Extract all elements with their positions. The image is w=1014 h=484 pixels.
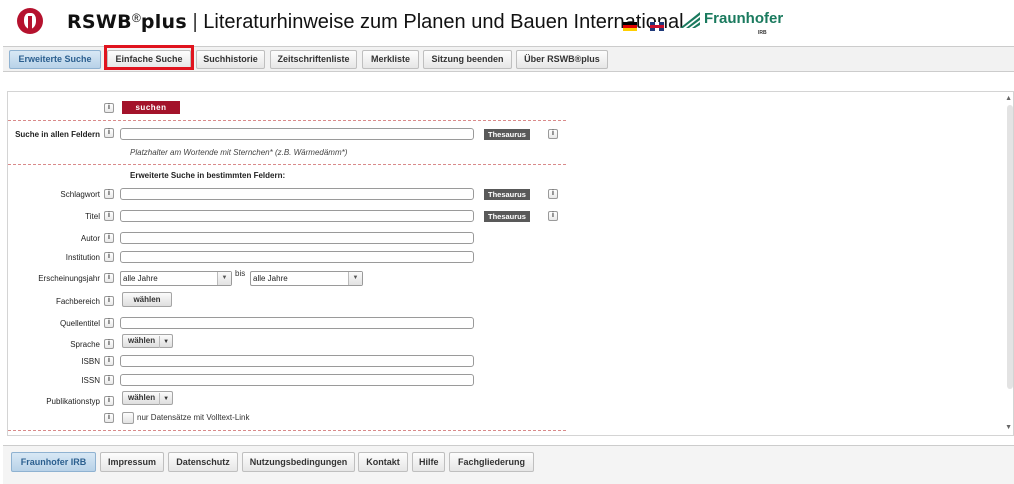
divider [8,120,566,121]
all-fields-label: Suche in allen Feldern [15,130,100,139]
info-icon[interactable]: i [548,189,558,199]
institution-input[interactable] [120,251,474,263]
info-icon[interactable]: i [104,103,114,113]
year-to-value: alle Jahre [253,274,288,283]
info-icon[interactable]: i [548,211,558,221]
footer-tab-fachgliederung[interactable]: Fachgliederung [449,452,534,472]
wildcard-hint: Platzhalter am Wortende mit Sternchen* (… [130,148,348,157]
app-title: RSWB®plus | Literaturhinweise zum Planen… [67,11,684,34]
thesaurus-button[interactable]: Thesaurus [484,189,530,200]
chevron-down-icon: ▼ [348,272,362,285]
quellentitel-input[interactable] [120,317,474,329]
autor-label: Autor [80,234,100,243]
chevron-down-icon: ▼ [159,393,172,405]
titel-input[interactable] [120,210,474,222]
info-icon[interactable]: i [104,252,114,262]
tab-ueber-rswbplus[interactable]: Über RSWB®plus [516,50,608,69]
tab-zeitschriftenliste[interactable]: Zeitschriftenliste [270,50,357,69]
info-icon[interactable]: i [548,129,558,139]
irb-wordmark: IRB [758,30,767,36]
brand-plus: plus [140,11,187,33]
thesaurus-button[interactable]: Thesaurus [484,211,530,222]
isbn-input[interactable] [120,355,474,367]
autor-input[interactable] [120,232,474,244]
tab-suchhistorie[interactable]: Suchhistorie [196,50,265,69]
footer-tab-hilfe[interactable]: Hilfe [412,452,445,472]
info-icon[interactable]: i [104,318,114,328]
thesaurus-button[interactable]: Thesaurus [484,129,530,140]
tab-merkliste[interactable]: Merkliste [362,50,419,69]
brand-reg: ® [131,11,141,25]
all-fields-input[interactable] [120,128,474,140]
info-icon[interactable]: i [104,211,114,221]
footer-tab-datenschutz[interactable]: Datenschutz [168,452,238,472]
chevron-down-icon: ▼ [159,336,172,348]
quellentitel-label: Quellentitel [59,319,100,328]
scrollbar[interactable] [1007,105,1013,389]
footer-tab-fraunhofer-irb[interactable]: Fraunhofer IRB [11,452,96,472]
tab-highlight-box [104,45,194,70]
schlagwort-input[interactable] [120,188,474,200]
schlagwort-label: Schlagwort [60,190,100,199]
bis-label: bis [235,269,246,278]
footer-nav: Fraunhofer IRB Impressum Datenschutz Nut… [3,445,1014,484]
publikationstyp-dropdown-label: wählen [128,393,156,402]
fraunhofer-wordmark: Fraunhofer [704,10,784,27]
year-from-value: alle Jahre [123,274,158,283]
footer-tab-nutzungsbedingungen[interactable]: Nutzungsbedingungen [242,452,355,472]
footer-tab-kontakt[interactable]: Kontakt [358,452,408,472]
publikationstyp-dropdown[interactable]: wählen ▼ [122,391,174,405]
year-from-select[interactable]: alle Jahre ▼ [120,271,232,286]
fachbereich-label: Fachbereich [55,297,100,306]
footer-tab-impressum[interactable]: Impressum [100,452,164,472]
info-icon[interactable]: i [104,375,114,385]
brand-rswb: RSWB [67,11,132,33]
info-icon[interactable]: i [104,396,114,406]
fraunhofer-mark-icon [680,12,700,28]
sprache-dropdown-label: wählen [128,336,156,345]
section-title: Erweiterte Suche in bestimmten Feldern: [130,171,286,180]
divider [8,164,566,165]
info-icon[interactable]: i [104,233,114,243]
brand-separator: | [186,11,204,33]
scroll-up-icon[interactable]: ▲ [1005,95,1012,102]
erscheinungsjahr-label: Erscheinungsjahr [38,274,100,283]
brand-subtitle: Literaturhinweise zum Planen und Bauen I… [203,11,684,33]
sprache-label: Sprache [70,340,100,349]
info-icon[interactable]: i [104,128,114,138]
volltext-checkbox[interactable] [122,412,134,424]
divider [8,430,566,431]
tab-sitzung-beenden[interactable]: Sitzung beenden [423,50,512,69]
titel-label: Titel [85,212,100,221]
isbn-label: ISBN [81,357,100,366]
issn-label: ISSN [81,376,100,385]
search-button[interactable]: suchen [122,101,180,114]
institution-label: Institution [65,253,100,262]
english-flag-icon[interactable] [650,22,664,31]
tab-erweiterte-suche[interactable]: Erweiterte Suche [9,50,101,69]
volltext-label: nur Datensätze mit Volltext-Link [137,413,250,422]
info-icon[interactable]: i [104,339,114,349]
info-icon[interactable]: i [104,273,114,283]
scroll-down-icon[interactable]: ▼ [1005,424,1012,431]
fachbereich-waehlen-button[interactable]: wählen [122,292,172,307]
info-icon[interactable]: i [104,413,114,423]
info-icon[interactable]: i [104,356,114,366]
year-to-select[interactable]: alle Jahre ▼ [250,271,363,286]
info-icon[interactable]: i [104,189,114,199]
rswb-logo-icon[interactable] [17,8,43,34]
info-icon[interactable]: i [104,296,114,306]
header: RSWB®plus | Literaturhinweise zum Planen… [0,0,1014,46]
sprache-dropdown[interactable]: wählen ▼ [122,334,174,348]
german-flag-icon[interactable] [623,22,637,31]
publikationstyp-label: Publikationstyp [46,397,100,406]
chevron-down-icon: ▼ [217,272,231,285]
issn-input[interactable] [120,374,474,386]
